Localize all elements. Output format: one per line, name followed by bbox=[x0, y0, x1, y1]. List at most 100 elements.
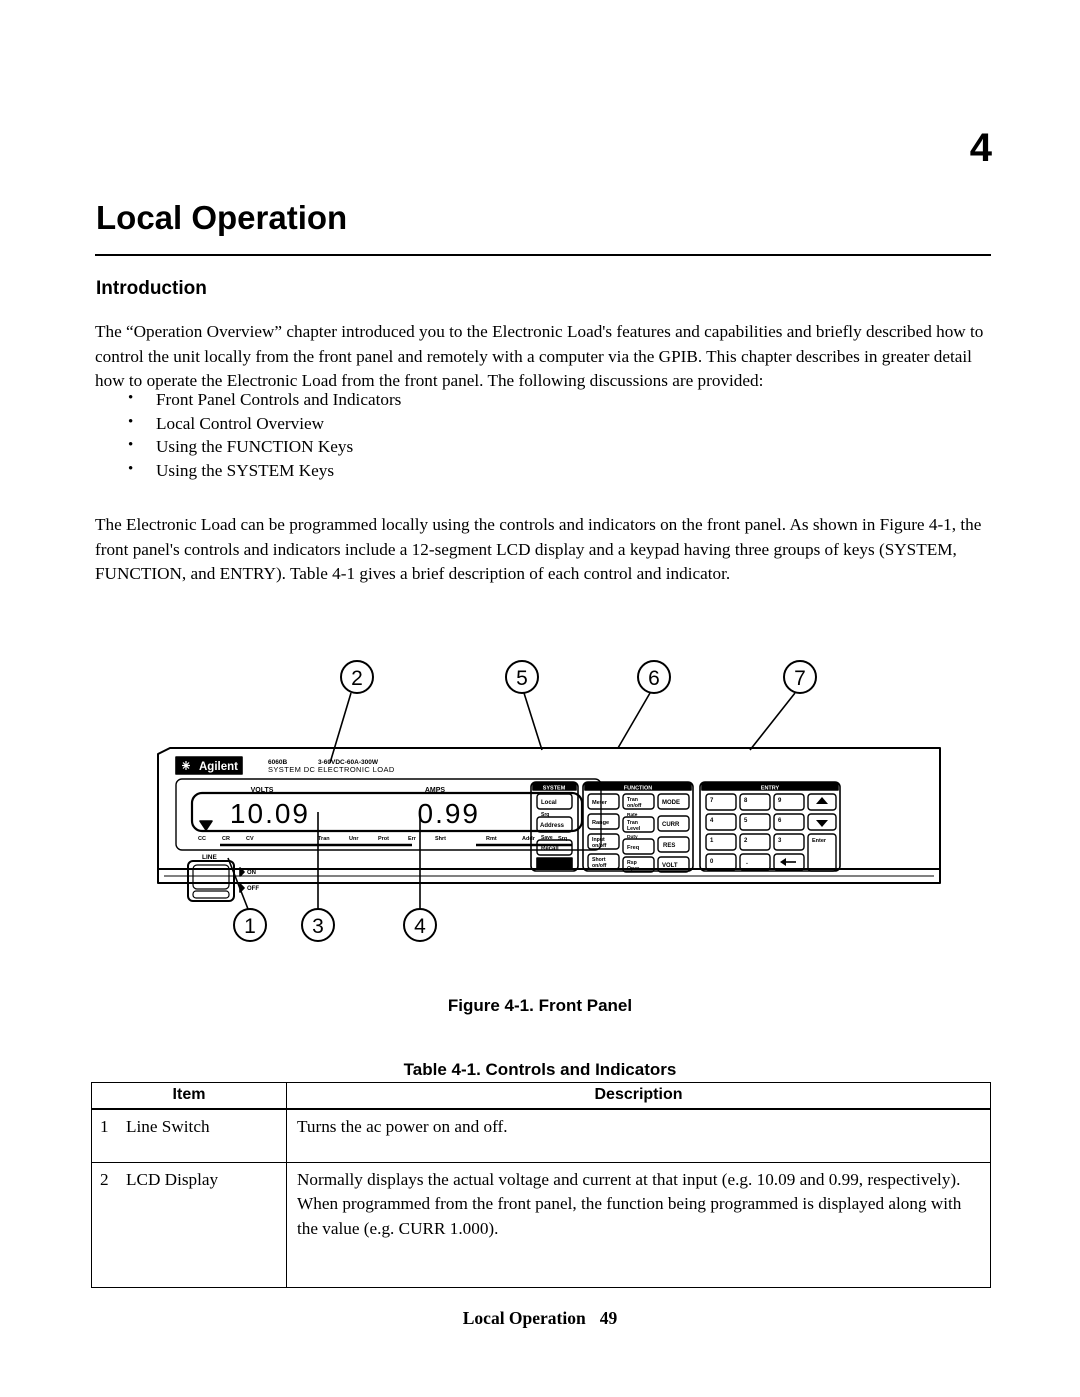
svg-text:4: 4 bbox=[414, 915, 426, 938]
svg-text:Tran: Tran bbox=[318, 836, 330, 842]
svg-text:2: 2 bbox=[351, 667, 363, 690]
svg-text:7: 7 bbox=[794, 667, 806, 690]
table-header-row: Item Description bbox=[91, 1082, 991, 1110]
svg-text:5: 5 bbox=[516, 667, 528, 690]
page-footer: Local Operation 49 bbox=[0, 1308, 1080, 1329]
key-2-label: 2 bbox=[744, 838, 748, 844]
key-8-label: 8 bbox=[744, 798, 748, 804]
key-4-label: 4 bbox=[710, 818, 714, 824]
svg-text:Rmt: Rmt bbox=[486, 836, 497, 842]
svg-text:Addr: Addr bbox=[522, 836, 536, 842]
footer-chapter-title: Local Operation bbox=[462, 1308, 586, 1328]
key-shift-blank bbox=[536, 857, 573, 870]
svg-text:on/off: on/off bbox=[627, 803, 642, 809]
callout-5: 5 bbox=[505, 660, 543, 751]
key-decimal-label: . bbox=[746, 859, 748, 866]
key-range-label: Range bbox=[592, 820, 609, 826]
column-header-description: Description bbox=[286, 1082, 991, 1110]
key-local-label: Local bbox=[541, 800, 557, 806]
line-switch-base bbox=[192, 890, 230, 899]
key-address-label: Address bbox=[540, 823, 565, 829]
lcd-annunciators: CC CR CV Tran Unr Prot Err Shrt Rmt Addr… bbox=[198, 836, 567, 842]
section-heading: Introduction bbox=[96, 277, 207, 299]
local-programming-paragraph: The Electronic Load can be programmed lo… bbox=[95, 515, 982, 584]
callout-7: 7 bbox=[749, 660, 817, 751]
callout-6: 6 bbox=[617, 660, 671, 749]
key-decimal bbox=[739, 853, 771, 871]
key-6-label: 6 bbox=[778, 818, 782, 824]
key-5-label: 5 bbox=[744, 818, 748, 824]
key-1-label: 1 bbox=[710, 838, 714, 844]
table-cell-item: 2 LCD Display bbox=[91, 1162, 287, 1289]
svg-text:Prot: Prot bbox=[378, 836, 389, 842]
document-page: 4 Local Operation Introduction The “Oper… bbox=[0, 0, 1080, 1397]
key-3-label: 3 bbox=[778, 838, 782, 844]
line-switch-on-label: ON bbox=[247, 870, 256, 876]
entry-group-label: ENTRY bbox=[761, 786, 780, 792]
line-switch-off-label: OFF bbox=[247, 886, 259, 892]
arrow-up-icon bbox=[816, 797, 828, 804]
list-item: Front Panel Controls and Indicators bbox=[128, 387, 828, 412]
keypad-function: FUNCTION Meter Range Input on/off Short … bbox=[582, 781, 694, 873]
item-label: LCD Display bbox=[126, 1169, 219, 1189]
list-item: Local Control Overview bbox=[128, 411, 828, 436]
key-recall-label: Recall bbox=[541, 846, 559, 852]
svg-text:CR: CR bbox=[222, 836, 230, 842]
svg-text:on/off: on/off bbox=[592, 863, 607, 869]
svg-text:Err: Err bbox=[408, 836, 417, 842]
function-group-label: FUNCTION bbox=[624, 786, 652, 792]
key-7-label: 7 bbox=[710, 798, 714, 804]
column-header-item: Item bbox=[91, 1082, 287, 1110]
svg-text:Shrt: Shrt bbox=[435, 836, 446, 842]
key-enter-label: Enter bbox=[812, 838, 827, 844]
lcd-amps-value: 0.99 bbox=[418, 798, 481, 829]
svg-text:CC: CC bbox=[198, 836, 206, 842]
item-label: Line Switch bbox=[126, 1117, 210, 1136]
item-number: 2 bbox=[100, 1169, 109, 1189]
line-switch-label: LINE bbox=[202, 854, 217, 861]
page-title: Local Operation bbox=[96, 199, 348, 237]
key-res-label: RES bbox=[663, 843, 675, 849]
page-number: 49 bbox=[599, 1308, 618, 1328]
key-0-label: 0 bbox=[710, 859, 714, 865]
table-cell-description: Turns the ac power on and off. bbox=[286, 1109, 991, 1163]
item-number: 1 bbox=[100, 1117, 109, 1136]
svg-text:Oper: Oper bbox=[627, 866, 639, 872]
product-subtitle: SYSTEM DC ELECTRONIC LOAD bbox=[268, 765, 395, 774]
list-item: Using the FUNCTION Keys bbox=[128, 434, 828, 459]
table-row: 2 LCD Display Normally displays the actua… bbox=[91, 1162, 991, 1289]
svg-text:Unr: Unr bbox=[349, 836, 359, 842]
svg-text:3: 3 bbox=[312, 915, 324, 938]
system-group-label: SYSTEM bbox=[543, 786, 566, 792]
keypad-system: SYSTEM Local Srq Address Save Recall bbox=[530, 781, 579, 872]
front-panel-figure: 2 5 6 7 1 3 4 Agilent 6060B 3-60VDC-60A-… bbox=[150, 640, 960, 960]
svg-text:on/off: on/off bbox=[592, 843, 607, 849]
svg-text:Level: Level bbox=[627, 826, 641, 832]
line-switch-outer bbox=[187, 860, 235, 902]
keypad-entry: ENTRY 7 8 9 4 5 6 1 2 3 Enter 0 . bbox=[699, 781, 841, 872]
table-row: 1 Line Switch Turns the ac power on and o… bbox=[91, 1109, 991, 1163]
arrow-down-icon bbox=[816, 820, 828, 827]
topics-list: Front Panel Controls and Indicators Loca… bbox=[128, 387, 828, 483]
svg-text:Srq: Srq bbox=[558, 836, 567, 842]
figure-caption: Figure 4-1. Front Panel bbox=[447, 996, 633, 1015]
table-caption: Table 4-1. Controls and Indicators bbox=[403, 1060, 677, 1079]
backspace-icon bbox=[780, 858, 786, 866]
key-curr-label: CURR bbox=[662, 822, 680, 828]
header-rule bbox=[95, 254, 991, 256]
svg-text:6: 6 bbox=[648, 667, 660, 690]
intro-paragraph: The “Operation Overview” chapter introdu… bbox=[95, 322, 984, 391]
agilent-spark-icon bbox=[182, 761, 190, 770]
table-cell-item: 1 Line Switch bbox=[91, 1109, 287, 1163]
brand-name: Agilent bbox=[199, 761, 238, 773]
list-item: Using the SYSTEM Keys bbox=[128, 458, 828, 483]
key-meter-label: Meter bbox=[592, 800, 608, 806]
svg-text:CV: CV bbox=[246, 836, 254, 842]
key-mode-label: MODE bbox=[662, 800, 680, 806]
lcd-marker-triangle bbox=[199, 820, 213, 831]
key-volt-label: VOLT bbox=[662, 863, 678, 869]
chapter-number: 4 bbox=[969, 126, 992, 170]
svg-text:1: 1 bbox=[244, 915, 256, 938]
lcd-volts-value: 10.09 bbox=[230, 798, 310, 829]
table-cell-description: Normally displays the actual voltage and… bbox=[286, 1162, 991, 1289]
